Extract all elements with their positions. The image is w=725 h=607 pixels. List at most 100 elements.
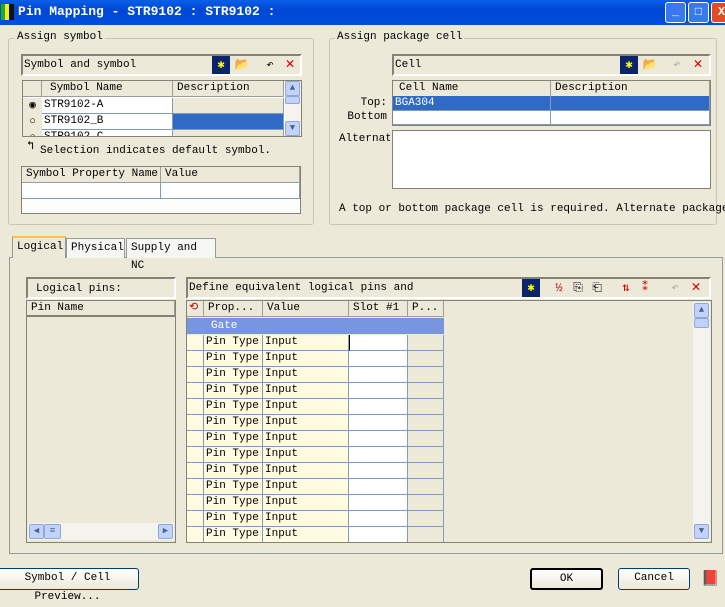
new-icon[interactable]: ✱ (212, 56, 230, 74)
prop-cell[interactable]: Pin Type (204, 383, 263, 399)
p-cell[interactable] (408, 527, 444, 542)
slot-cell[interactable] (349, 495, 408, 511)
scroll-up-icon[interactable]: ▲ (694, 303, 709, 318)
value-cell[interactable]: Input (263, 335, 349, 351)
value-cell[interactable]: Input (263, 495, 349, 511)
row-header[interactable] (187, 511, 204, 527)
swap-icon[interactable]: ⇅ (617, 279, 635, 297)
scroll-left-icon[interactable]: ◀ (29, 524, 44, 539)
row-header[interactable] (187, 415, 204, 431)
symbol-cell-preview-button[interactable]: Symbol / Cell Preview... (0, 568, 139, 603)
row-header[interactable] (187, 431, 204, 447)
scroll-down-icon[interactable]: ▼ (694, 524, 709, 539)
col-description[interactable]: Description (173, 81, 284, 97)
group-row-gate[interactable]: Gate (187, 318, 444, 334)
value-cell[interactable]: Input (263, 527, 349, 542)
row-header[interactable] (187, 447, 204, 463)
p-cell[interactable] (408, 383, 444, 399)
p-cell[interactable] (408, 367, 444, 383)
property-name-cell[interactable] (22, 183, 161, 199)
p-cell[interactable] (408, 479, 444, 495)
p-cell[interactable] (408, 415, 444, 431)
row-header[interactable] (187, 383, 204, 399)
row-header[interactable] (187, 463, 204, 479)
row-header[interactable] (187, 527, 204, 542)
p-cell[interactable] (408, 431, 444, 447)
col-slot-1[interactable]: Slot #1 (349, 301, 408, 317)
prop-cell[interactable]: Pin Type (204, 479, 263, 495)
col-cell-name[interactable]: Cell Name (393, 81, 551, 97)
tab-supply-nc[interactable]: Supply and NC (126, 238, 216, 272)
bottom-cell-description[interactable] (551, 111, 710, 125)
prop-cell[interactable]: Pin Type (204, 399, 263, 415)
scroll-up-icon[interactable]: ▲ (285, 81, 300, 96)
prop-cell[interactable]: Pin Type (204, 511, 263, 527)
property-value-cell[interactable] (161, 183, 300, 199)
cancel-button[interactable]: Cancel (618, 568, 690, 590)
grid-corner-icon[interactable]: ⟲ (187, 301, 204, 317)
default-radio[interactable]: ○ (23, 114, 42, 130)
minimize-button[interactable]: _ (665, 2, 686, 23)
ok-button[interactable]: OK (530, 568, 603, 590)
row-header[interactable] (187, 399, 204, 415)
col-property-name[interactable]: Symbol Property Name (22, 167, 161, 183)
symbol-name-cell[interactable]: STR9102_C (42, 130, 173, 136)
row-header[interactable] (187, 367, 204, 383)
top-cell-description[interactable] (551, 96, 710, 111)
slot-cell[interactable] (349, 479, 408, 495)
scroll-thumb[interactable] (285, 96, 300, 104)
default-radio[interactable]: ○ (23, 130, 42, 136)
delete-icon[interactable]: ✕ (687, 279, 705, 297)
slot-cell[interactable] (349, 335, 408, 351)
symbol-description-cell[interactable] (173, 114, 284, 130)
p-cell[interactable] (408, 399, 444, 415)
new-icon[interactable]: ✱ (620, 56, 638, 74)
col-value[interactable]: Value (263, 301, 349, 317)
prop-cell[interactable]: Pin Type (204, 495, 263, 511)
col-p[interactable]: P... (408, 301, 444, 317)
p-cell[interactable] (408, 511, 444, 527)
prop-cell[interactable]: Pin Type (204, 463, 263, 479)
unswap-icon[interactable]: ⁑ (636, 279, 654, 297)
top-cell-name[interactable]: BGA304 (393, 96, 551, 111)
prop-cell[interactable]: Pin Type (204, 367, 263, 383)
browse-icon[interactable]: 📂 (641, 56, 659, 74)
row-header[interactable] (187, 335, 204, 351)
delete-icon[interactable]: ✕ (689, 56, 707, 74)
value-cell[interactable]: Input (263, 399, 349, 415)
slot-cell[interactable] (349, 431, 408, 447)
slot-cell[interactable] (349, 527, 408, 542)
slot-cell[interactable] (349, 415, 408, 431)
p-cell[interactable] (408, 447, 444, 463)
slot-cell[interactable] (349, 463, 408, 479)
close-button[interactable]: X (711, 2, 725, 23)
grid-vscrollbar[interactable]: ▲ ▼ (693, 302, 710, 541)
p-cell[interactable] (408, 463, 444, 479)
value-cell[interactable]: Input (263, 463, 349, 479)
value-cell[interactable]: Input (263, 479, 349, 495)
scroll-thumb[interactable] (694, 318, 709, 328)
symbol-description-cell[interactable] (173, 98, 284, 114)
tab-physical[interactable]: Physical (66, 238, 125, 258)
row-header[interactable] (187, 495, 204, 511)
col-symbol-name[interactable]: Symbol Name (42, 81, 173, 97)
renumber-icon[interactable]: ½ (550, 279, 568, 297)
row-header[interactable] (187, 479, 204, 495)
prop-cell[interactable]: Pin Type (204, 527, 263, 542)
slot-cell[interactable] (349, 383, 408, 399)
value-cell[interactable]: Input (263, 447, 349, 463)
paste-icon[interactable]: ⎗ (588, 279, 606, 297)
browse-icon[interactable]: 📂 (233, 56, 251, 74)
slot-cell[interactable] (349, 351, 408, 367)
default-radio[interactable]: ◉ (23, 98, 42, 114)
slot-cell[interactable] (349, 367, 408, 383)
prop-cell[interactable]: Pin Type (204, 351, 263, 367)
delete-icon[interactable]: ✕ (281, 56, 299, 74)
prop-cell[interactable]: Pin Type (204, 335, 263, 351)
value-cell[interactable]: Input (263, 511, 349, 527)
row-header[interactable] (187, 351, 204, 367)
symbol-description-cell[interactable] (173, 130, 284, 136)
slot-cell[interactable] (349, 447, 408, 463)
maximize-button[interactable]: □ (688, 2, 709, 23)
col-prop[interactable]: Prop... (204, 301, 263, 317)
